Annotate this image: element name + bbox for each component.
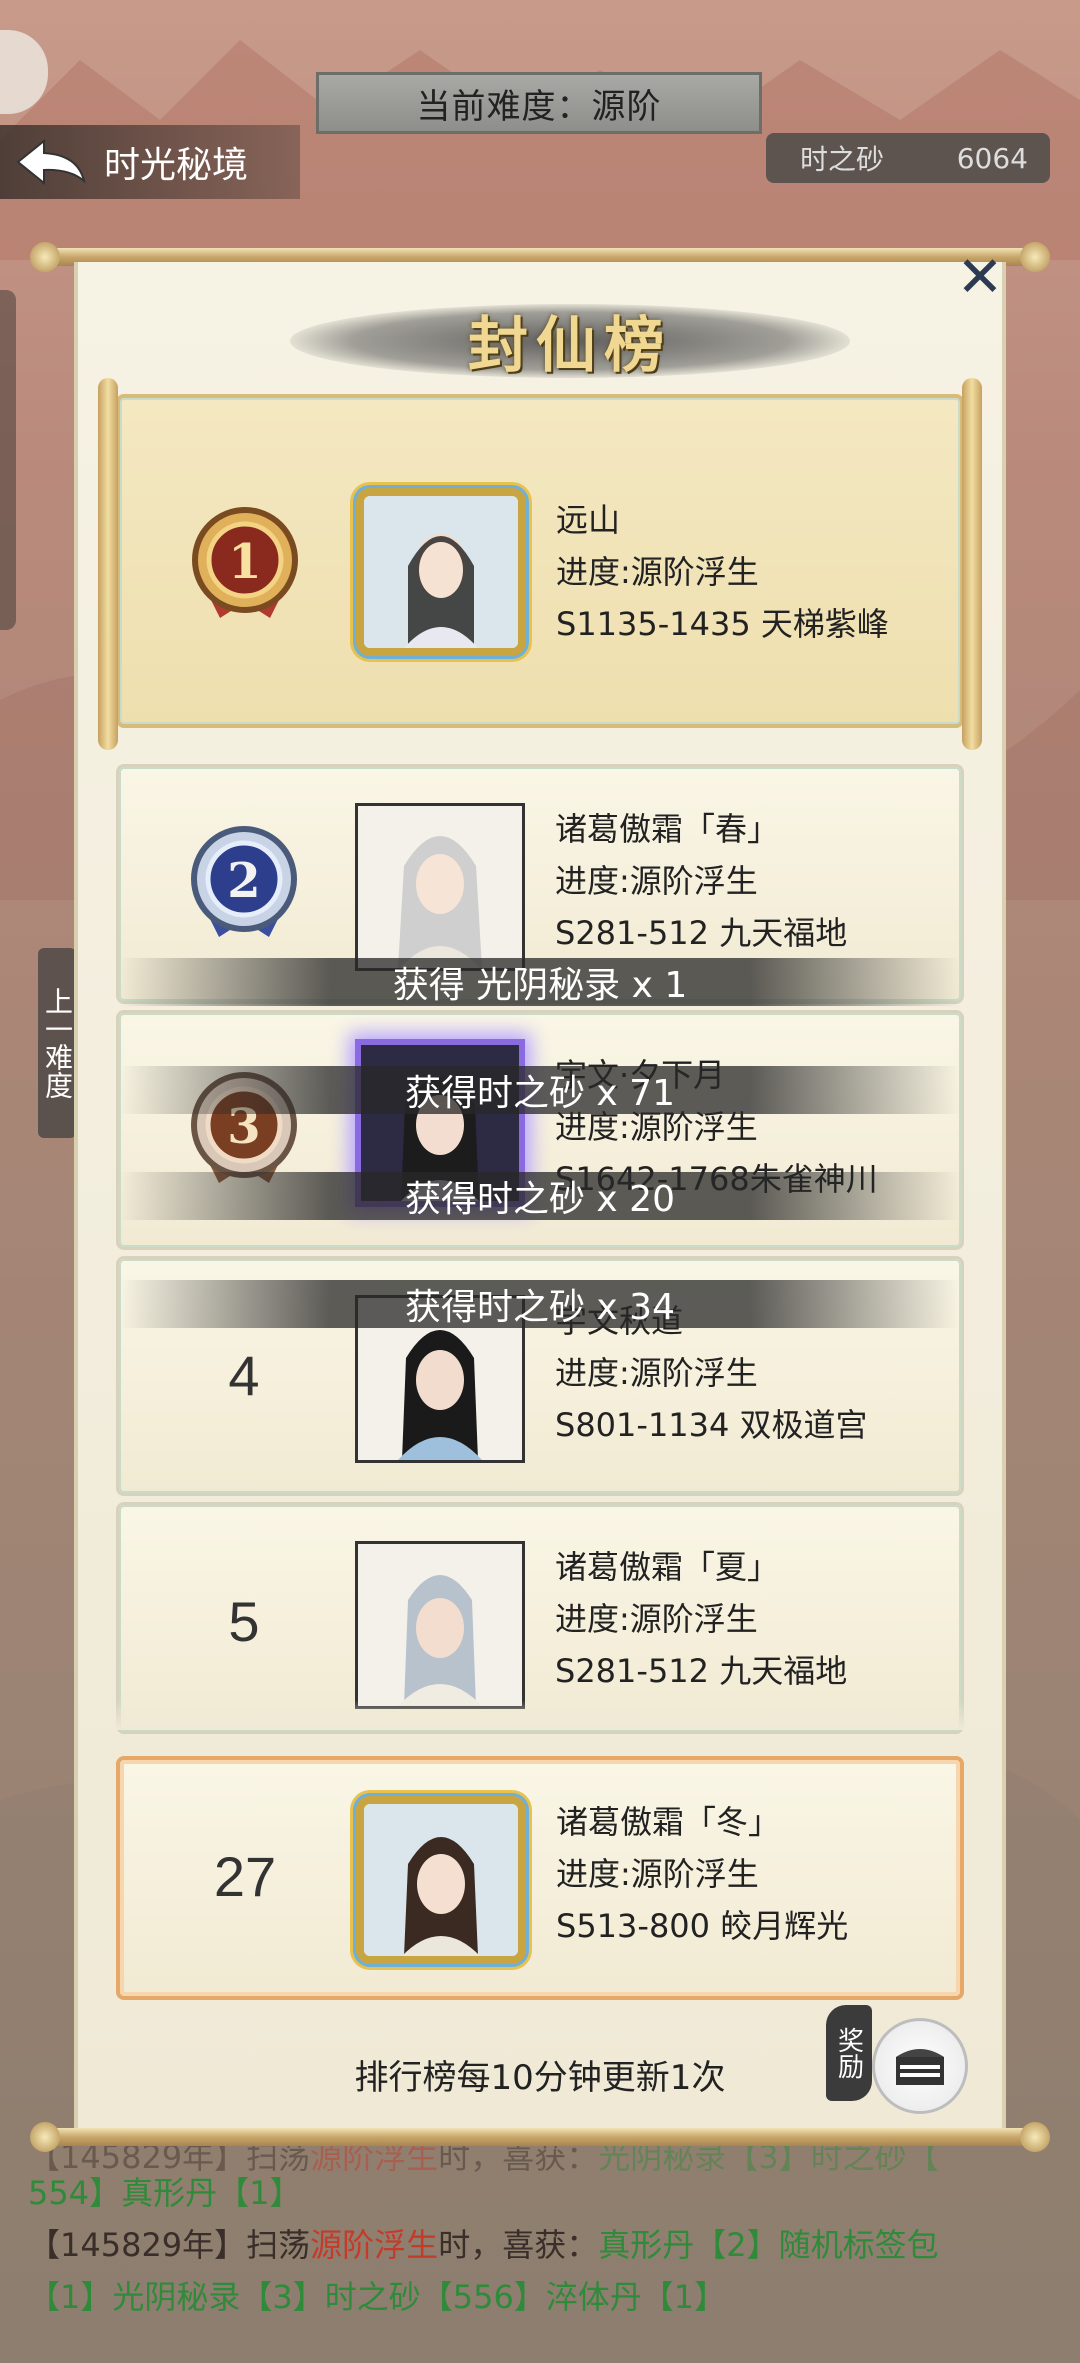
reward-label: 奖励	[826, 2005, 872, 2101]
reward-button[interactable]	[872, 2018, 968, 2114]
list-fade	[116, 1700, 964, 1730]
rank-row-1[interactable]: 1 远山 进度:源阶浮生 S1135-1435 天梯紫峰	[98, 378, 982, 750]
svg-text:2: 2	[227, 853, 260, 909]
my-rank-number: 27	[213, 1845, 277, 1908]
currency-value: 6064	[956, 141, 1028, 175]
side-tab[interactable]	[0, 290, 16, 630]
rank-number: 5	[228, 1590, 260, 1653]
panel-title: 封仙榜	[290, 290, 850, 390]
reward-toast: 获得时之砂 x 20	[120, 1172, 960, 1220]
rank-1-info: 远山 进度:源阶浮生 S1135-1435 天梯紫峰	[556, 494, 889, 650]
svg-text:1: 1	[228, 534, 261, 590]
player-name: 诸葛傲霜「夏」	[555, 1548, 780, 1586]
player-name: 远山	[556, 501, 621, 539]
treasure-chest-icon	[896, 2049, 944, 2085]
avatar-portrait-icon	[358, 1544, 522, 1706]
rank-2-medal-icon: 2	[191, 826, 297, 937]
reward-toast: 获得 光阴秘录 x 1	[120, 958, 960, 1006]
player-progress: 进度:源阶浮生	[555, 862, 758, 900]
back-button[interactable]: 时光秘境	[0, 125, 300, 199]
prev-difficulty-button[interactable]: 上一难度	[38, 948, 76, 1138]
log-line: 【1】光阴秘录【3】时之砂【556】淬体丹【1】	[28, 2278, 727, 2316]
reward-toast: 获得时之砂 x 34	[120, 1280, 960, 1328]
player-name: 诸葛傲霜「春」	[555, 810, 780, 848]
panel-title-text: 封仙榜	[468, 310, 672, 381]
rank-5-avatar	[355, 1541, 525, 1709]
rank-1-medal-icon: 1	[192, 507, 298, 618]
player-server: S801-1134 双极道宫	[555, 1406, 868, 1444]
scroll-end-right	[962, 378, 982, 750]
player-name: 诸葛傲霜「冬」	[556, 1803, 781, 1841]
player-server: S1135-1435 天梯紫峰	[556, 605, 889, 643]
player-progress: 进度:源阶浮生	[555, 1600, 758, 1638]
player-server: S281-512 九天福地	[555, 1652, 848, 1690]
player-progress: 进度:源阶浮生	[555, 1354, 758, 1392]
back-label: 时光秘境	[104, 145, 249, 186]
log-line: 【145829年】扫荡源阶浮生时，喜获：真形丹【2】随机标签包	[28, 2226, 939, 2264]
scroll-rod-bottom	[30, 2122, 1050, 2152]
rank-number: 4	[228, 1344, 260, 1407]
rank-2-avatar	[355, 803, 525, 971]
rank-1-avatar	[356, 488, 526, 656]
currency-label: 时之砂	[800, 143, 885, 176]
player-server: S513-800 皎月辉光	[556, 1907, 849, 1945]
reward-toast: 获得时之砂 x 71	[120, 1066, 960, 1114]
avatar-portrait-icon	[364, 496, 518, 648]
log-line: 554】真形丹【1】	[28, 2174, 302, 2212]
back-arrow-icon	[16, 138, 86, 186]
difficulty-label: 当前难度：源阶	[316, 72, 762, 134]
player-progress: 进度:源阶浮生	[556, 553, 759, 591]
avatar-portrait-icon	[358, 806, 522, 968]
scroll-end-left	[98, 378, 118, 750]
player-progress: 进度:源阶浮生	[556, 1855, 759, 1893]
close-button[interactable]: ✕	[952, 250, 1008, 306]
player-server: S281-512 九天福地	[555, 914, 848, 952]
my-rank-info: 诸葛傲霜「冬」 进度:源阶浮生 S513-800 皎月辉光	[556, 1796, 848, 1952]
rank-2-info: 诸葛傲霜「春」 进度:源阶浮生 S281-512 九天福地	[555, 803, 847, 959]
my-rank-row[interactable]: 27 诸葛傲霜「冬」 进度:源阶浮生 S513-800 皎月辉光	[116, 1756, 964, 2000]
rank-5-info: 诸葛傲霜「夏」 进度:源阶浮生 S281-512 九天福地	[555, 1541, 847, 1697]
my-avatar	[356, 1796, 526, 1964]
currency-box: 时之砂 6064	[766, 133, 1050, 183]
avatar-portrait-icon	[364, 1804, 518, 1956]
